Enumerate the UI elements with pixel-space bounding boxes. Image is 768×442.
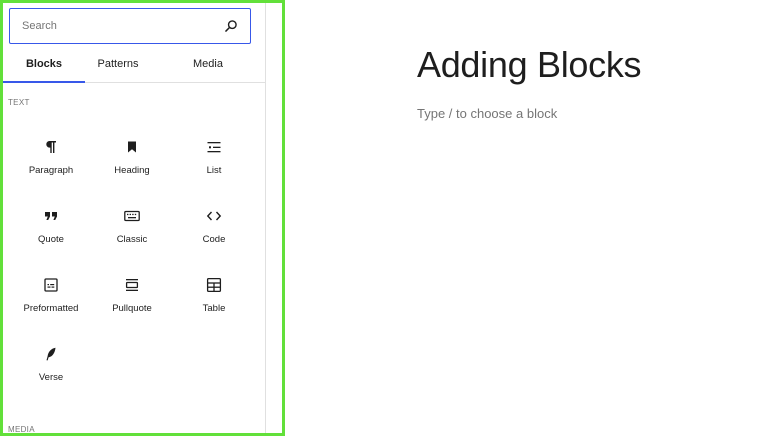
block-inserter-panel: Blocks Patterns Media TEXT Paragraph Hea… [0,0,285,436]
block-preformatted[interactable]: Preformatted [11,271,91,333]
block-label: Paragraph [28,165,74,176]
block-classic[interactable]: Classic [92,202,172,264]
table-icon [206,277,222,293]
block-code[interactable]: Code [174,202,254,264]
block-label: Quote [38,234,64,245]
block-appender-placeholder[interactable]: Type / to choose a block [417,106,557,121]
post-title[interactable]: Adding Blocks [417,44,642,86]
quote-icon [45,212,57,220]
paragraph-icon [46,141,56,153]
block-label: Pullquote [112,303,152,314]
section-label-text: TEXT [8,98,30,107]
block-label: Verse [38,372,64,383]
inserter-tabs: Blocks Patterns Media [3,47,265,83]
search-icon[interactable] [224,19,238,33]
search-input[interactable] [10,9,222,43]
block-label: Code [202,234,226,245]
tab-patterns[interactable]: Patterns [85,47,151,82]
tab-blocks[interactable]: Blocks [3,47,85,83]
block-label: Table [202,303,226,314]
search-box[interactable] [9,8,251,44]
block-pullquote[interactable]: Pullquote [92,271,172,333]
section-label-media: MEDIA [8,425,35,434]
preformatted-icon [44,278,58,292]
keyboard-icon [124,210,140,222]
block-paragraph[interactable]: Paragraph [11,133,91,195]
block-heading[interactable]: Heading [92,133,172,195]
block-label: Preformatted [23,303,79,314]
block-list[interactable]: List [174,133,254,195]
block-label: Heading [114,165,150,176]
tab-media[interactable]: Media [175,47,241,82]
code-icon [206,211,222,221]
block-quote[interactable]: Quote [11,202,91,264]
block-verse[interactable]: Verse [11,340,91,402]
quill-icon [46,347,56,361]
block-table[interactable]: Table [174,271,254,333]
block-label: List [206,165,222,176]
block-label: Classic [116,234,148,245]
heading-bookmark-icon [128,141,136,153]
list-icon [207,142,221,153]
inserter-content: Blocks Patterns Media TEXT Paragraph Hea… [3,3,266,433]
editor-canvas: Adding Blocks Type / to choose a block [290,0,768,442]
pullquote-icon [125,279,139,291]
